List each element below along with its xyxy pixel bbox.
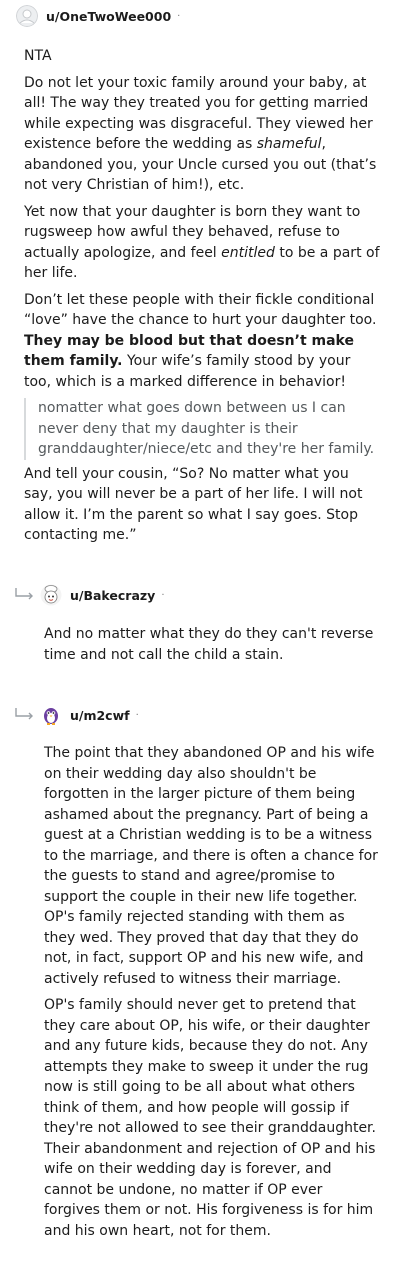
comment-paragraph: And tell your cousin, “So? No matter wha… [24,465,363,544]
penguin-snoo-avatar-icon [40,704,62,726]
comment-paragraph: NTA [24,48,52,64]
comment-paragraph: OP's family should never get to pretend … [44,997,376,1239]
avatar[interactable] [40,704,62,726]
comment-paragraph: The point that they abandoned OP and his… [44,745,378,987]
comment-body: The point that they abandoned OP and his… [44,743,380,1247]
username[interactable]: u/m2cwf [70,708,130,723]
comment-thread: u/OneTwoWee000 · NTA Do not let your tox… [0,0,400,1267]
separator-dot: · [135,709,139,721]
comment-header: u/OneTwoWee000 · [16,5,180,27]
comment-body: And no matter what they do they can't re… [44,624,380,671]
chef-snoo-avatar-icon [40,584,62,606]
comment-paragraph: Do not let your toxic family around your… [24,74,377,194]
default-avatar-icon [16,5,38,27]
reply-arrow-icon [15,588,33,600]
blockquote: nomatter what goes down between us I can… [24,398,380,460]
avatar[interactable] [40,584,62,606]
comment-header: u/Bakecrazy · [40,584,165,606]
comment-body: NTA Do not let your toxic family around … [24,46,380,552]
username[interactable]: u/Bakecrazy [70,588,155,603]
comment-paragraph: Yet now that your daughter is born they … [24,203,380,282]
username[interactable]: u/OneTwoWee000 [46,9,171,24]
comment-paragraph: Don’t let these people with their fickle… [24,291,377,390]
separator-dot: · [161,589,165,601]
separator-dot: · [177,10,181,22]
comment-paragraph: And no matter what they do they can't re… [44,626,374,663]
reply-arrow-icon [15,708,33,720]
comment-header: u/m2cwf · [40,704,139,726]
avatar[interactable] [16,5,38,27]
